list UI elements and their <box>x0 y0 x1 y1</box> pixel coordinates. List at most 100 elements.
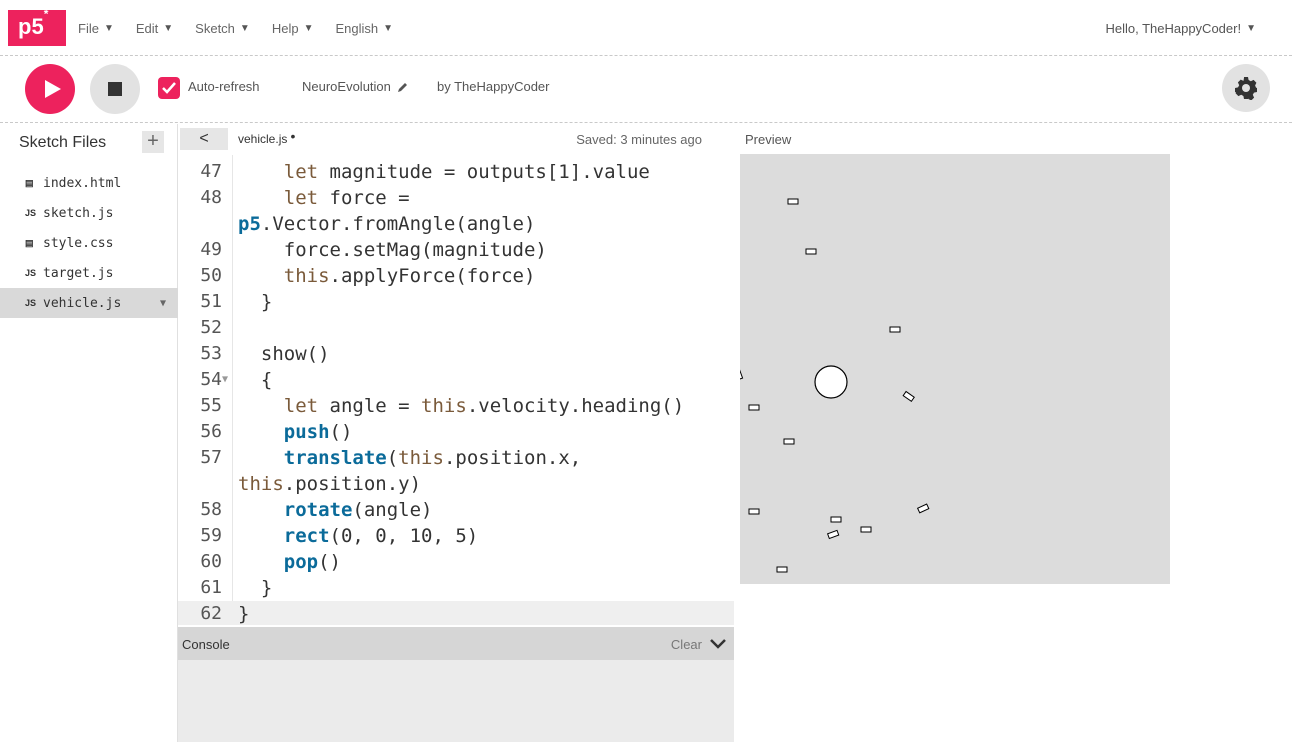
line-number: 56 <box>200 421 222 442</box>
js-file-icon: JS <box>25 298 37 308</box>
code-editor[interactable]: 47 let magnitude = outputs[1].value 48 le… <box>178 155 734 625</box>
sidebar-title: Sketch Files <box>19 134 107 151</box>
code-line[interactable]: 48 let force = <box>178 185 734 211</box>
line-number: 58 <box>200 499 222 520</box>
code-text: pop() <box>283 551 341 573</box>
code-line[interactable]: p5.Vector.fromAngle(angle) <box>178 211 734 237</box>
sketch-name[interactable]: NeuroEvolution <box>302 79 409 94</box>
code-line[interactable]: 50 this.applyForce(force) <box>178 263 734 289</box>
code-line[interactable]: 61 } <box>178 575 734 601</box>
code-text: let angle = this.velocity.heading() <box>283 395 685 417</box>
p5-logo[interactable]: p5* <box>8 7 66 46</box>
sketch-files-sidebar: Sketch Files + ▤ index.html JS sketch.js ▤… <box>0 124 178 742</box>
css-file-icon: ▤ <box>25 237 34 248</box>
fold-icon[interactable]: ▼ <box>222 367 228 393</box>
editor-header: < vehicle.js • Saved: 3 minutes ago <box>178 124 734 154</box>
line-number: 53 <box>200 343 222 364</box>
auto-refresh-checkbox[interactable] <box>158 77 180 99</box>
vehicle <box>902 390 915 403</box>
check-icon <box>162 82 176 94</box>
console-panel: Console Clear <box>178 627 734 742</box>
code-line[interactable]: 60 pop() <box>178 549 734 575</box>
line-number: 59 <box>200 525 222 546</box>
vehicle <box>787 198 799 205</box>
menu-language[interactable]: English ▼ <box>335 21 393 36</box>
code-line[interactable]: 54 ▼ { <box>178 367 734 393</box>
console-clear-button[interactable]: Clear <box>671 637 702 652</box>
code-text: push() <box>283 421 353 443</box>
vehicle <box>783 438 795 445</box>
vehicle <box>776 566 788 573</box>
code-line[interactable]: 51 } <box>178 289 734 315</box>
vehicle <box>805 248 817 255</box>
vehicle <box>916 503 930 514</box>
file-item-sketch-js[interactable]: JS sketch.js <box>0 198 178 228</box>
code-line[interactable]: 47 let magnitude = outputs[1].value <box>178 159 734 185</box>
menu-bar: File ▼ Edit ▼ Sketch ▼ Help ▼ English ▼ <box>78 21 393 36</box>
code-line[interactable]: this.position.y) <box>178 471 734 497</box>
code-text: rotate(angle) <box>283 499 433 521</box>
code-line[interactable]: 62} <box>178 601 734 625</box>
menu-sketch[interactable]: Sketch ▼ <box>195 21 250 36</box>
console-title: Console <box>182 637 230 652</box>
top-nav: p5* File ▼ Edit ▼ Sketch ▼ Help ▼ English ▼ H… <box>0 0 1292 56</box>
code-text: } <box>238 291 273 313</box>
sketch-author[interactable]: by TheHappyCoder <box>437 79 550 94</box>
line-number: 50 <box>200 265 222 286</box>
add-file-button[interactable]: + <box>142 131 164 153</box>
chevron-down-icon: ▼ <box>239 23 250 34</box>
code-text: this.applyForce(force) <box>283 265 536 287</box>
code-line[interactable]: 57 translate(this.position.x, <box>178 445 734 471</box>
line-number: 55 <box>200 395 222 416</box>
chevron-down-icon[interactable]: ▼ <box>160 298 166 309</box>
menu-file[interactable]: File ▼ <box>78 21 114 36</box>
code-line[interactable]: 52 <box>178 315 734 341</box>
chevron-down-icon: ▼ <box>303 23 314 34</box>
menu-edit[interactable]: Edit ▼ <box>136 21 173 36</box>
play-button[interactable] <box>25 64 75 114</box>
vehicle <box>889 326 901 333</box>
gear-icon <box>1235 77 1257 100</box>
file-list: ▤ index.html JS sketch.js ▤ style.css JS tar… <box>0 168 178 318</box>
user-menu[interactable]: Hello, TheHappyCoder! ▼ <box>1105 21 1256 36</box>
chevron-down-icon: ▼ <box>1246 23 1256 34</box>
code-text: p5.Vector.fromAngle(angle) <box>238 213 536 235</box>
vehicle <box>826 529 840 540</box>
file-item-style-css[interactable]: ▤ style.css <box>0 228 178 258</box>
code-text: this.position.y) <box>238 473 422 495</box>
code-line[interactable]: 55 let angle = this.velocity.heading() <box>178 393 734 419</box>
js-file-icon: JS <box>25 208 37 218</box>
sketch-canvas <box>740 198 930 573</box>
chevron-down-icon[interactable] <box>708 633 728 653</box>
file-item-vehicle-js[interactable]: JS vehicle.js ▼ <box>0 288 178 318</box>
code-line[interactable]: 49 force.setMag(magnitude) <box>178 237 734 263</box>
line-number: 47 <box>200 161 222 182</box>
file-item-index-html[interactable]: ▤ index.html <box>0 168 178 198</box>
line-number: 52 <box>200 317 222 338</box>
settings-button[interactable] <box>1222 64 1270 112</box>
code-text: show() <box>238 343 330 365</box>
menu-help[interactable]: Help ▼ <box>272 21 314 36</box>
line-number: 61 <box>200 577 222 598</box>
js-file-icon: JS <box>25 268 37 278</box>
file-item-target-js[interactable]: JS target.js <box>0 258 178 288</box>
editor-tab-name: vehicle.js • <box>238 128 296 146</box>
code-line[interactable]: 59 rect(0, 0, 10, 5) <box>178 523 734 549</box>
code-text: force.setMag(magnitude) <box>238 239 547 261</box>
unsaved-indicator: • <box>290 128 296 144</box>
chevron-down-icon: ▼ <box>103 23 114 34</box>
pencil-icon[interactable] <box>397 81 409 93</box>
code-line[interactable]: 53 show() <box>178 341 734 367</box>
toolbar: Auto-refresh NeuroEvolution by TheHappyC… <box>0 57 1292 123</box>
code-text: rect(0, 0, 10, 5) <box>283 525 479 547</box>
vehicle <box>748 404 760 411</box>
line-number: 62 <box>200 603 222 624</box>
code-line[interactable]: 56 push() <box>178 419 734 445</box>
line-number: 49 <box>200 239 222 260</box>
stop-button[interactable] <box>90 64 140 114</box>
html-file-icon: ▤ <box>25 177 34 188</box>
preview-canvas[interactable] <box>740 154 1170 584</box>
code-line[interactable]: 58 rotate(angle) <box>178 497 734 523</box>
collapse-sidebar-button[interactable]: < <box>180 128 228 150</box>
target-circle <box>814 365 848 399</box>
